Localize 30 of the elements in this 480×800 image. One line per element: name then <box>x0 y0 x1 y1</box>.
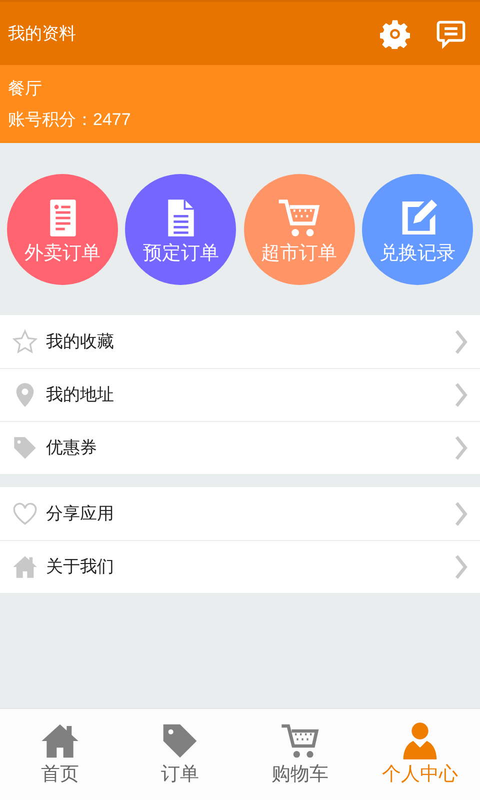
shortcut-button[interactable]: 外卖订单 <box>7 174 118 284</box>
tab[interactable]: 首页 <box>0 709 120 800</box>
chevron-icon <box>454 382 468 408</box>
menu-label: 我的地址 <box>46 384 115 406</box>
account-points: 账号积分：2477 <box>8 111 132 128</box>
star-icon <box>12 328 38 354</box>
menu-label: 关于我们 <box>46 556 115 578</box>
menu-item[interactable]: 我的地址 <box>0 368 480 421</box>
settings-icon <box>380 18 410 48</box>
chevron-icon <box>454 554 468 580</box>
menu-item[interactable]: 我的收藏 <box>0 315 480 368</box>
menu-item[interactable]: 优惠券 <box>0 421 480 474</box>
menu-label: 分享应用 <box>46 502 115 525</box>
page-title: 我的资料 <box>8 22 77 45</box>
home-icon <box>12 554 38 580</box>
menu-item[interactable]: 关于我们 <box>0 540 480 593</box>
tab[interactable]: 订单 <box>120 709 240 800</box>
account-name: 餐厅 <box>8 80 43 97</box>
tag-icon <box>12 435 38 461</box>
chat-icon <box>436 18 466 48</box>
chevron-icon <box>454 500 468 526</box>
menu-label: 优惠券 <box>46 437 98 460</box>
menu-label: 我的收藏 <box>46 330 115 353</box>
chevron-icon <box>454 435 468 461</box>
tab[interactable]: 购物车 <box>240 709 360 800</box>
menu-item[interactable]: 分享应用 <box>0 487 480 540</box>
heart-icon <box>12 500 38 526</box>
chevron-icon <box>454 328 468 354</box>
settings-button[interactable] <box>380 18 412 50</box>
shortcut-button[interactable]: 预定订单 <box>125 174 236 284</box>
